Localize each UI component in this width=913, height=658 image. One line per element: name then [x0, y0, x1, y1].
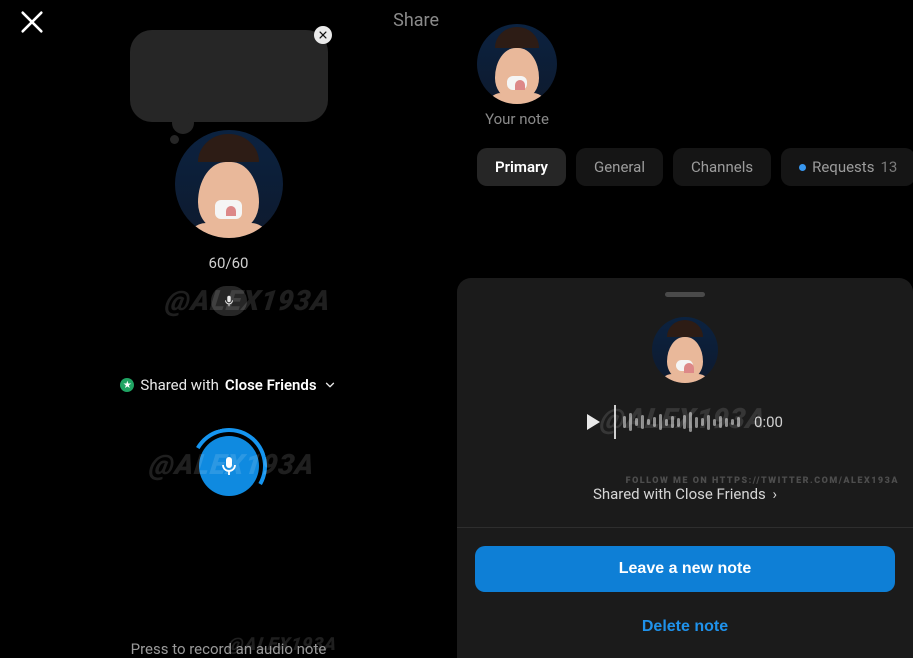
tab-count: 13: [880, 158, 897, 176]
compose-note-screen: Share 60/60: [0, 0, 457, 658]
inbox-tabs: Primary General Channels Requests 13: [477, 148, 913, 186]
your-note-label: Your note: [477, 110, 557, 128]
tab-primary[interactable]: Primary: [477, 148, 566, 186]
delete-note-button[interactable]: Delete note: [475, 604, 895, 650]
your-note-entry[interactable]: Your note: [477, 24, 557, 128]
record-hint-text: Press to record an audio note: [0, 640, 457, 658]
note-bubble[interactable]: [130, 30, 328, 122]
note-detail-sheet: @ALEX193A 0:00 FOLLOW ME ON HTTPS://TWIT…: [457, 278, 913, 658]
shared-with-row[interactable]: Shared with Close Friends ›: [475, 485, 895, 503]
tab-label: Requests: [812, 158, 874, 176]
playback-time: 0:00: [754, 413, 783, 431]
tab-label: Channels: [691, 158, 753, 176]
unread-dot-icon: [799, 164, 806, 171]
close-friends-icon: ★: [120, 378, 134, 392]
tab-label: Primary: [495, 158, 548, 176]
leave-new-note-button[interactable]: Leave a new note: [475, 546, 895, 592]
sheet-grabber[interactable]: [665, 292, 705, 297]
audience-selector[interactable]: ★ Shared with Close Friends: [0, 376, 457, 394]
watermark: @ALEX193A: [164, 284, 333, 317]
shared-audience: Close Friends: [225, 376, 317, 394]
chevron-down-icon: [323, 378, 337, 392]
tab-general[interactable]: General: [576, 148, 663, 186]
notes-view-screen: Your note Primary General Channels Reque…: [457, 0, 913, 658]
note-bubble-area: [130, 30, 328, 122]
divider: [457, 527, 913, 528]
tab-channels[interactable]: Channels: [673, 148, 771, 186]
waveform[interactable]: [614, 405, 740, 439]
record-button[interactable]: [199, 436, 259, 496]
avatar: [477, 24, 557, 104]
play-icon[interactable]: [587, 414, 600, 430]
audio-player: 0:00: [475, 405, 895, 439]
close-icon[interactable]: [18, 8, 46, 36]
chevron-right-icon: ›: [773, 485, 778, 503]
character-counter: 60/60: [0, 254, 457, 272]
tab-label: General: [594, 158, 645, 176]
shared-prefix: Shared with: [140, 376, 219, 394]
clear-note-icon[interactable]: [314, 26, 332, 44]
avatar: [652, 317, 718, 383]
shared-with-text: Shared with Close Friends: [593, 485, 766, 503]
share-button[interactable]: Share: [393, 10, 439, 31]
avatar: [175, 130, 283, 238]
tab-requests[interactable]: Requests 13: [781, 148, 913, 186]
mic-chip-icon: [211, 286, 247, 316]
